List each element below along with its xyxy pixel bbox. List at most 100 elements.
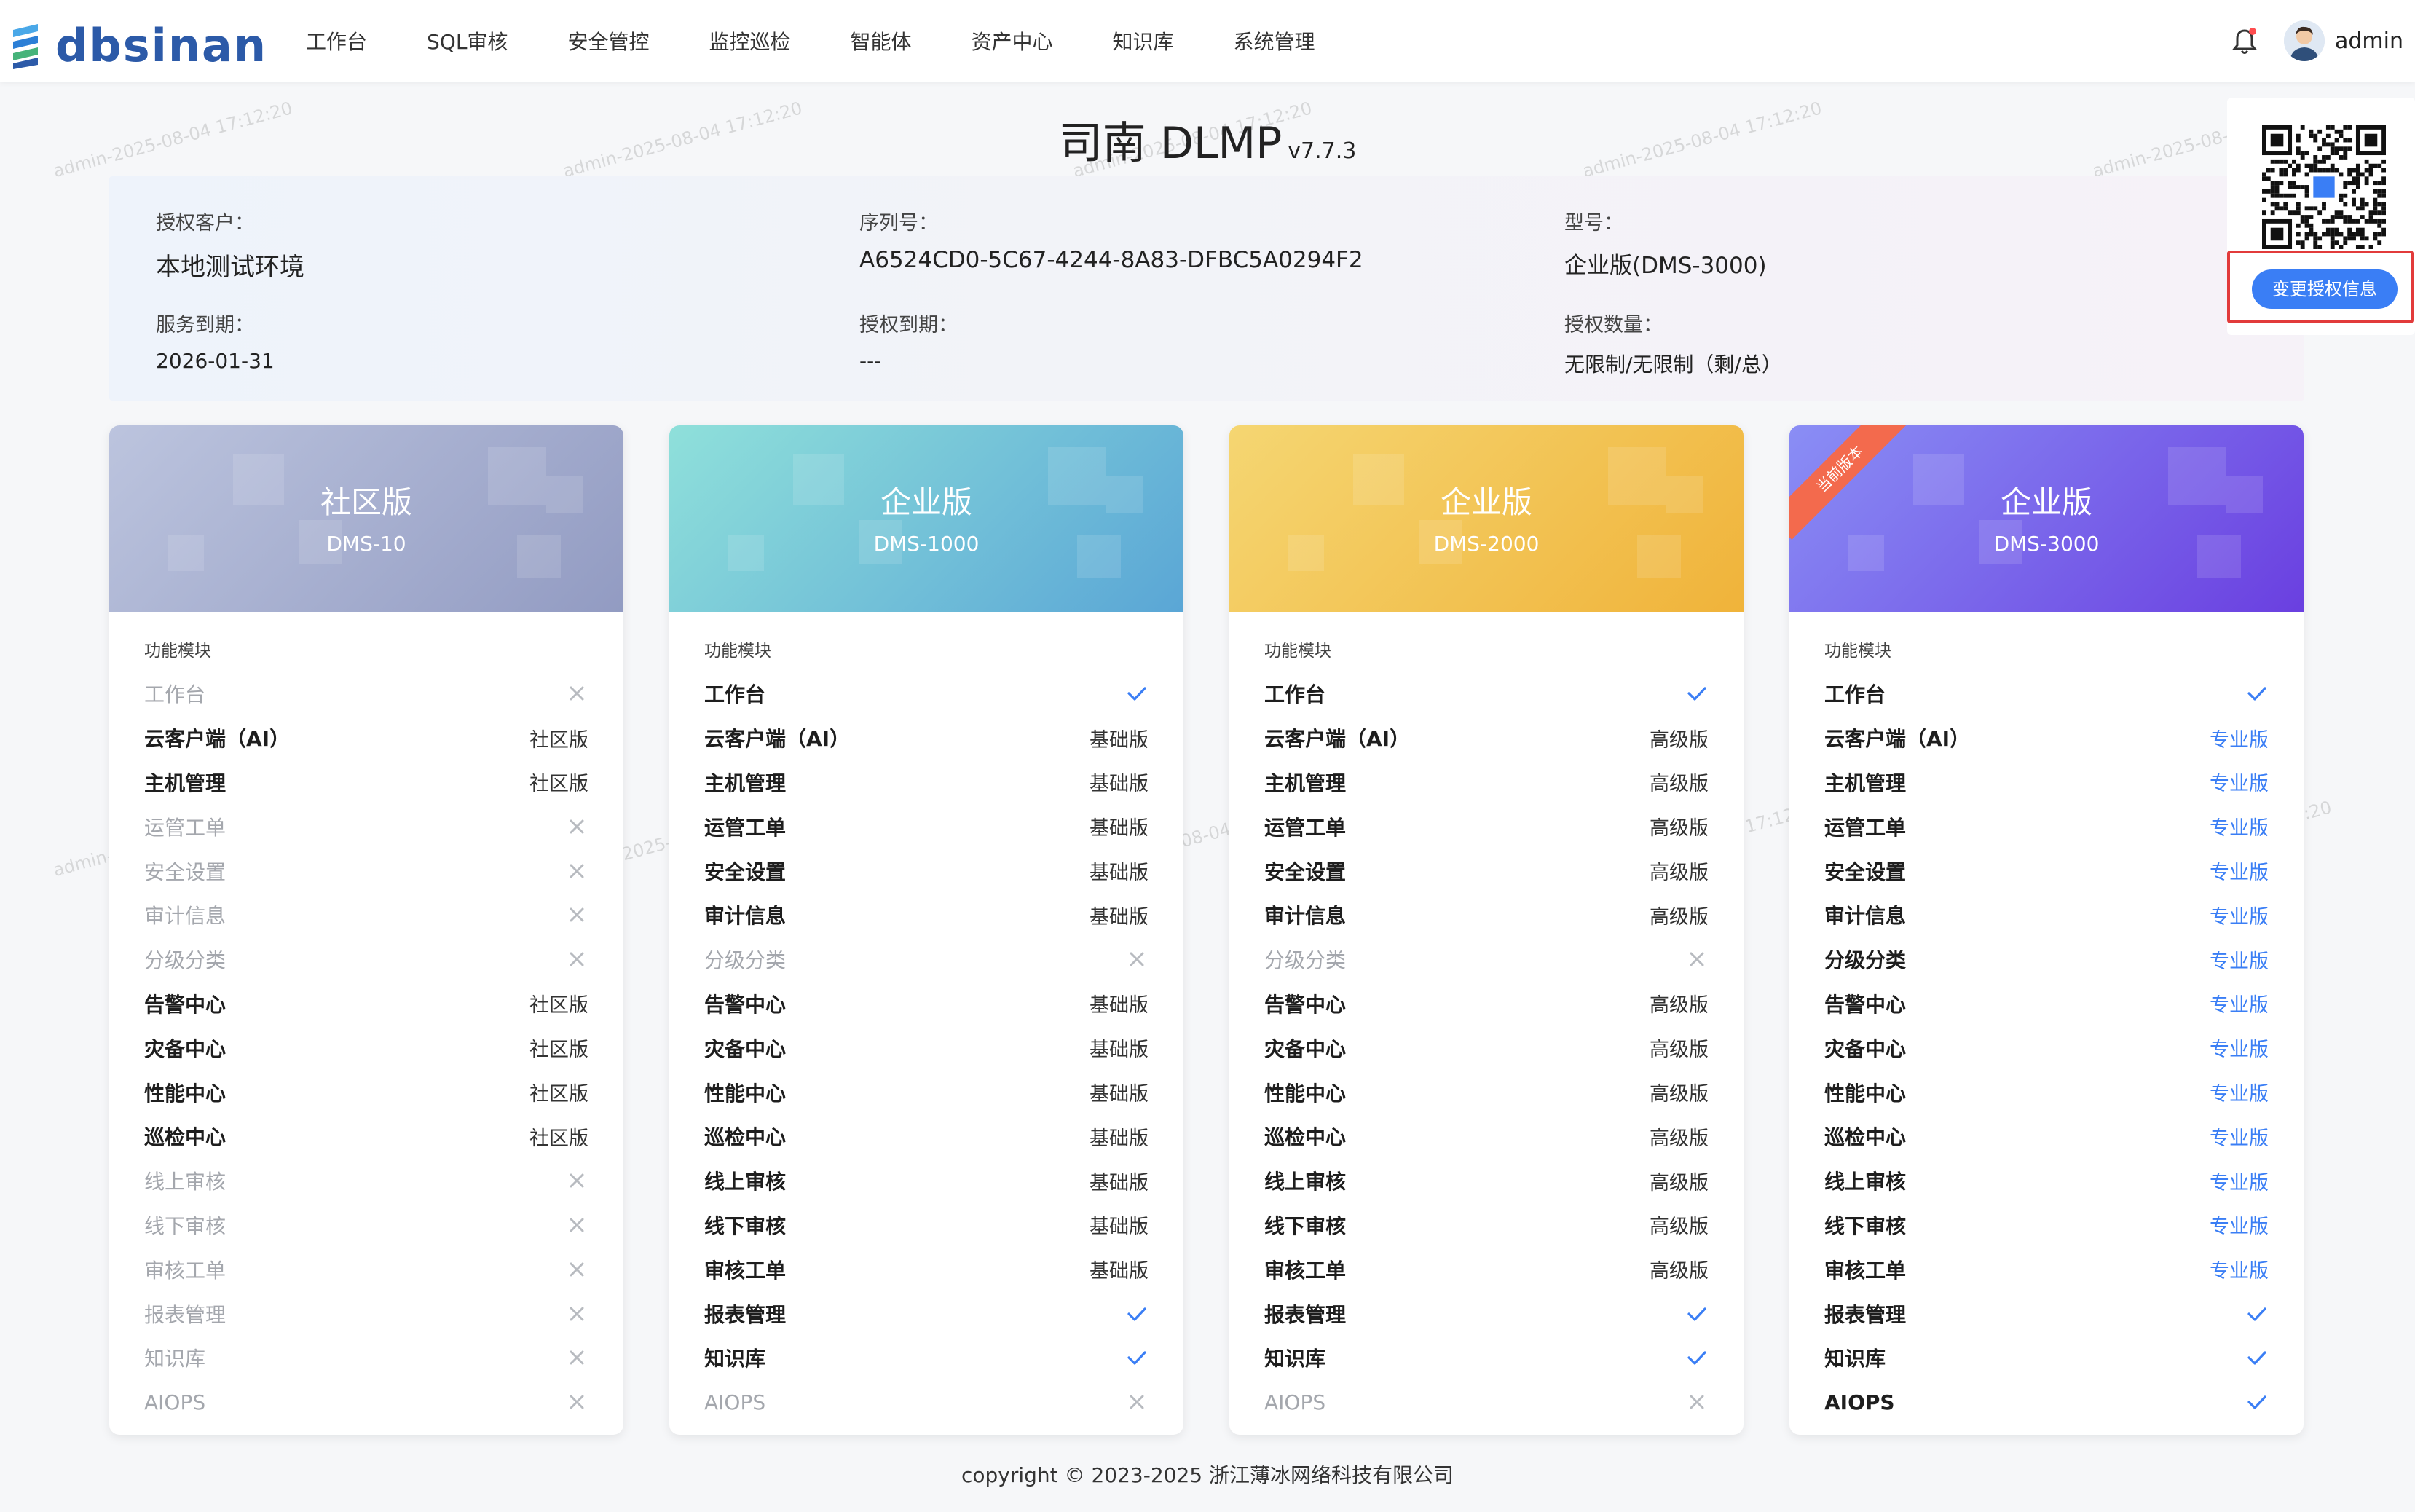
feature-name: 线下审核 — [144, 1213, 226, 1238]
feature-row: 审核工单 高级版 — [1264, 1247, 1709, 1291]
feature-level: 专业版 — [2210, 773, 2269, 796]
feature-level: 基础版 — [1090, 905, 1149, 929]
feature-name: 灾备中心 — [1824, 1036, 1907, 1061]
close-icon — [570, 952, 584, 966]
customer-value: 本地测试环境 — [156, 253, 304, 282]
feature-row: 安全设置 — [144, 848, 588, 893]
nav-item-workbench[interactable]: 工作台 — [306, 26, 367, 55]
notification-button[interactable] — [2231, 26, 2258, 55]
page-title: 司南 DLMP v7.7.3 — [0, 108, 2415, 171]
check-icon — [2247, 1395, 2266, 1409]
feature-level: 高级版 — [1650, 773, 1709, 796]
feature-row: 云客户端（AI） 社区版 — [144, 716, 588, 760]
feature-row: 审核工单 — [144, 1247, 588, 1291]
feature-row: 云客户端（AI） 基础版 — [704, 716, 1149, 760]
nav-item-knowledge[interactable]: 知识库 — [1113, 26, 1174, 55]
feature-level: 基础版 — [1090, 1083, 1149, 1106]
feature-name: 运管工单 — [144, 815, 226, 840]
feature-level: 高级版 — [1650, 905, 1709, 929]
feature-level: 高级版 — [1650, 728, 1709, 752]
feature-row: 审核工单 专业版 — [1824, 1247, 2269, 1291]
feature-name: 分级分类 — [1824, 948, 1907, 973]
feature-name: 告警中心 — [704, 992, 787, 1017]
close-icon — [570, 1218, 584, 1232]
nav-item-system[interactable]: 系统管理 — [1234, 26, 1315, 55]
feature-row: 报表管理 — [704, 1291, 1149, 1336]
footer-copyright: copyright © 2023-2025 浙江薄冰网络科技有限公司 — [961, 1463, 1454, 1487]
feature-level: 高级版 — [1650, 994, 1709, 1017]
qr-code-icon — [2262, 125, 2386, 249]
feature-row: 云客户端（AI） 专业版 — [1824, 716, 2269, 760]
feature-row: 审计信息 — [144, 893, 588, 937]
user-avatar[interactable] — [2284, 20, 2325, 61]
feature-row: 线下审核 高级版 — [1264, 1203, 1709, 1248]
feature-name: 线上审核 — [144, 1170, 226, 1194]
feature-name: 性能中心 — [704, 1081, 787, 1106]
feature-name: 工作台 — [144, 682, 206, 707]
feature-level: 社区版 — [529, 1083, 588, 1106]
feature-name: 分级分类 — [704, 948, 787, 973]
nav-item-assets[interactable]: 资产中心 — [971, 26, 1052, 55]
feature-name: 报表管理 — [704, 1302, 787, 1327]
feature-name: 工作台 — [704, 682, 766, 707]
feature-row: 审计信息 专业版 — [1824, 893, 2269, 937]
logo[interactable]: dbsinan — [10, 19, 267, 72]
feature-row: 报表管理 — [1264, 1291, 1709, 1336]
nav-item-agent[interactable]: 智能体 — [850, 26, 911, 55]
model-label: 型号： — [1564, 212, 1623, 235]
feature-name: 知识库 — [1824, 1347, 1886, 1371]
edition-name: 社区版 — [320, 484, 412, 520]
feature-row: 工作台 — [1824, 672, 2269, 716]
feature-level: 专业版 — [2210, 905, 2269, 929]
feature-row: 灾备中心 基础版 — [704, 1025, 1149, 1070]
nav-item-monitor[interactable]: 监控巡检 — [709, 26, 790, 55]
customer-field: 授权客户： 本地测试环境 — [156, 207, 304, 283]
edition-card-header: 社区版 DMS-10 — [109, 425, 623, 612]
feature-row: 审计信息 高级版 — [1264, 893, 1709, 937]
edition-card-dms-2000: 企业版 DMS-2000 功能模块 工作台 云客户端（AI） 高级版 主机管理 高级版 运管工单… — [1229, 425, 1744, 1435]
close-icon — [1130, 1395, 1144, 1409]
close-icon — [570, 1173, 584, 1188]
edition-name: 企业版 — [1440, 484, 1532, 520]
edition-card-header: 企业版 DMS-1000 — [669, 425, 1183, 612]
feature-name: 线下审核 — [1264, 1213, 1347, 1238]
feature-level: 专业版 — [2210, 1260, 2269, 1283]
serial-label: 序列号： — [859, 212, 938, 235]
feature-row: 告警中心 社区版 — [144, 982, 588, 1026]
feature-name: 主机管理 — [1824, 771, 1907, 795]
feature-level: 专业版 — [2210, 1127, 2269, 1150]
feature-name: 线下审核 — [1824, 1213, 1907, 1238]
feature-level: 高级版 — [1650, 1127, 1709, 1150]
feature-name: AIOPS — [704, 1390, 766, 1414]
nav-item-security[interactable]: 安全管控 — [567, 26, 649, 55]
edition-name: 企业版 — [2000, 484, 2092, 520]
service-expire-value: 2026-01-31 — [156, 349, 275, 373]
feature-name: AIOPS — [1824, 1390, 1895, 1414]
feature-row: 审计信息 基础版 — [704, 893, 1149, 937]
feature-name: 性能中心 — [1264, 1081, 1347, 1106]
feature-name: 运管工单 — [1264, 815, 1347, 840]
feature-name: 主机管理 — [1264, 771, 1347, 795]
feature-row: 告警中心 高级版 — [1264, 982, 1709, 1026]
feature-level: 专业版 — [2210, 1216, 2269, 1239]
feature-name: 线上审核 — [1824, 1170, 1907, 1194]
feature-name: 灾备中心 — [144, 1036, 226, 1061]
check-icon — [1687, 1351, 1706, 1365]
feature-row: 主机管理 基础版 — [704, 760, 1149, 805]
feature-level: 专业版 — [2210, 728, 2269, 752]
close-icon — [570, 1350, 584, 1365]
feature-name: 巡检中心 — [144, 1125, 226, 1150]
feature-level: 专业版 — [2210, 862, 2269, 885]
change-license-button[interactable]: 变更授权信息 — [2252, 269, 2398, 309]
feature-level: 专业版 — [2210, 994, 2269, 1017]
feature-name: 知识库 — [704, 1347, 766, 1371]
nav-item-sql-audit[interactable]: SQL审核 — [427, 26, 508, 55]
feature-name: 审核工单 — [704, 1258, 787, 1283]
feature-row: 工作台 — [704, 672, 1149, 716]
feature-row: 分级分类 — [704, 937, 1149, 982]
feature-level: 基础版 — [1090, 994, 1149, 1017]
check-icon — [1687, 1307, 1706, 1321]
user-name[interactable]: admin — [2335, 28, 2403, 54]
feature-row: 灾备中心 社区版 — [144, 1025, 588, 1070]
feature-row: 巡检中心 高级版 — [1264, 1114, 1709, 1159]
